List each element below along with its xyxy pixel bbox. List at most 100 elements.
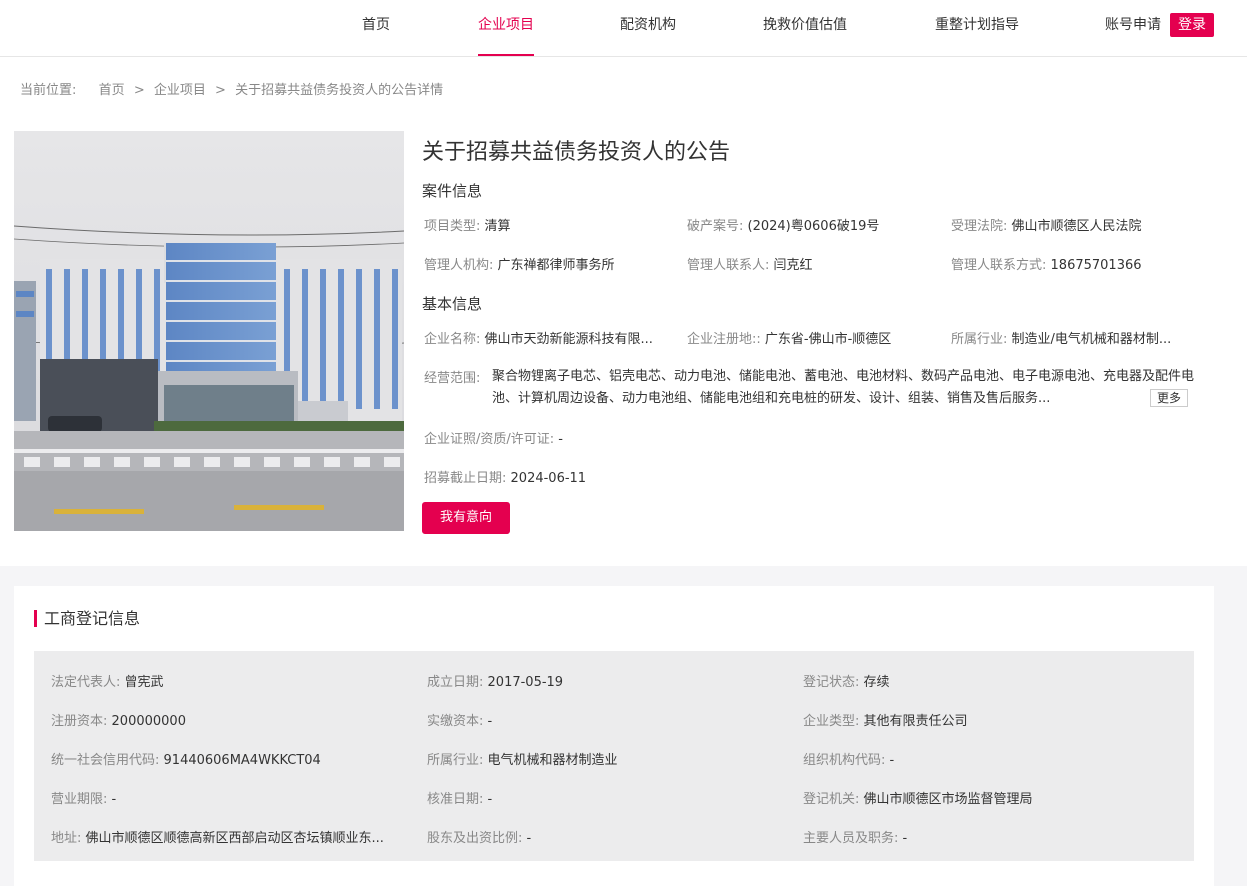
breadcrumb: 当前位置: 首页 > 企业项目 > 关于招募共益债务投资人的公告详情: [20, 79, 443, 98]
case-info-heading: 案件信息: [422, 182, 483, 200]
field-label: 营业期限:: [51, 792, 108, 807]
administrator-contact-field: 管理人联系人: 闫克红: [687, 254, 942, 273]
field-value: -: [889, 753, 895, 768]
field-label: 破产案号:: [687, 219, 744, 234]
registration-status-field: 登记状态: 存续: [803, 671, 1183, 690]
express-intent-button[interactable]: 我有意向: [422, 502, 510, 534]
credit-code-field: 统一社会信用代码: 91440606MA4WKKCT04: [51, 749, 411, 768]
court-field: 受理法院: 佛山市顺德区人民法院: [951, 215, 1197, 234]
business-scope-text: 聚合物锂离子电芯、铝壳电芯、动力电池、储能电池、蓄电池、电池材料、数码产品电池、…: [492, 369, 1194, 406]
breadcrumb-separator: >: [215, 83, 226, 98]
field-value: 存续: [863, 675, 890, 690]
breadcrumb-label: 当前位置:: [20, 83, 77, 98]
field-label: 企业名称:: [424, 332, 481, 347]
industry-field: 所属行业: 制造业/电气机械和器材制...: [951, 328, 1196, 347]
field-label: 管理人联系人:: [687, 258, 770, 273]
field-label: 企业类型:: [803, 714, 860, 729]
registration-authority-field: 登记机关: 佛山市顺德区市场监督管理局: [803, 788, 1183, 807]
field-label: 法定代表人:: [51, 675, 121, 690]
field-label: 所属行业:: [427, 753, 484, 768]
case-type-field: 项目类型: 清算: [424, 215, 674, 234]
field-value: -: [558, 432, 563, 447]
approval-date-field: 核准日期: -: [427, 788, 787, 807]
field-label: 统一社会信用代码:: [51, 753, 160, 768]
nav-home[interactable]: 首页: [362, 0, 390, 56]
field-value: 曾宪武: [124, 675, 164, 690]
field-label: 地址:: [51, 831, 82, 846]
field-label: 注册资本:: [51, 714, 108, 729]
breadcrumb-separator: >: [133, 83, 145, 98]
registered-capital-field: 注册资本: 200000000: [51, 710, 411, 729]
field-label: 主要人员及职务:: [803, 831, 899, 846]
field-label: 项目类型:: [424, 219, 481, 234]
field-value: 广东省-佛山市-顺德区: [764, 332, 892, 347]
registration-industry-field: 所属行业: 电气机械和器材制造业: [427, 749, 787, 768]
field-label: 登记状态:: [803, 675, 860, 690]
field-value: 闫克红: [773, 258, 813, 273]
field-label: 实缴资本:: [427, 714, 484, 729]
field-value: 制造业/电气机械和器材制...: [1011, 332, 1172, 347]
field-label: 组织机构代码:: [803, 753, 886, 768]
nav-rescue-valuation[interactable]: 挽救价值估值: [763, 0, 847, 56]
nav-funding-institutions[interactable]: 配资机构: [620, 0, 676, 56]
field-value: 佛山市顺德区顺德高新区西部启动区杏坛镇顺业东...: [85, 831, 384, 846]
paid-in-capital-field: 实缴资本: -: [427, 710, 787, 729]
nav-reorganization-guidance[interactable]: 重整计划指导: [935, 0, 1019, 56]
breadcrumb-home[interactable]: 首页: [99, 83, 125, 98]
field-value: 其他有限责任公司: [863, 714, 968, 729]
company-name-field: 企业名称: 佛山市天劲新能源科技有限...: [424, 328, 676, 347]
field-label: 企业注册地::: [687, 332, 761, 347]
field-label: 受理法院:: [951, 219, 1008, 234]
field-value: 佛山市天劲新能源科技有限...: [484, 332, 653, 347]
administrator-org-field: 管理人机构: 广东禅都律师事务所: [424, 254, 679, 273]
field-label: 登记机关:: [803, 792, 860, 807]
field-label: 核准日期:: [427, 792, 484, 807]
field-value: 广东禅都律师事务所: [497, 258, 615, 273]
breadcrumb-current: 关于招募共益债务投资人的公告详情: [235, 83, 444, 98]
scope-more-button[interactable]: 更多: [1150, 389, 1188, 407]
field-value: 2017-05-19: [487, 675, 564, 690]
field-value: (2024)粤0606破19号: [747, 219, 880, 234]
project-photo: [14, 131, 404, 531]
field-value: 200000000: [111, 714, 186, 729]
recruitment-deadline-field: 招募截止日期: 2024-06-11: [424, 467, 824, 486]
business-scope-label: 经营范围:: [424, 371, 481, 386]
field-label: 股东及出资比例:: [427, 831, 523, 846]
field-value: 2024-06-11: [510, 471, 587, 486]
field-value: 佛山市顺德区市场监督管理局: [863, 792, 1033, 807]
breadcrumb-projects[interactable]: 企业项目: [154, 83, 206, 98]
project-title: 关于招募共益债务投资人的公告: [422, 140, 731, 165]
field-label: 管理人机构:: [424, 258, 494, 273]
field-label: 企业证照/资质/许可证:: [424, 432, 555, 447]
field-label: 管理人联系方式:: [951, 258, 1047, 273]
login-button[interactable]: 登录: [1170, 13, 1214, 37]
field-value: -: [902, 831, 908, 846]
shareholders-field: 股东及出资比例: -: [427, 827, 787, 846]
license-field: 企业证照/资质/许可证: -: [424, 428, 824, 447]
registration-title: 工商登记信息: [34, 609, 140, 629]
field-value: 佛山市顺德区人民法院: [1011, 219, 1142, 234]
registration-place-field: 企业注册地:: 广东省-佛山市-顺德区: [687, 328, 942, 347]
field-value: 电气机械和器材制造业: [487, 753, 618, 768]
field-label: 成立日期:: [427, 675, 484, 690]
basic-info-heading: 基本信息: [422, 295, 483, 313]
account-apply-link[interactable]: 账号申请: [1105, 0, 1161, 50]
nav-enterprise-projects[interactable]: 企业项目: [478, 0, 534, 56]
business-term-field: 营业期限: -: [51, 788, 411, 807]
established-date-field: 成立日期: 2017-05-19: [427, 671, 787, 690]
field-label: 招募截止日期:: [424, 471, 507, 486]
case-number-field: 破产案号: (2024)粤0606破19号: [687, 215, 942, 234]
company-type-field: 企业类型: 其他有限责任公司: [803, 710, 1183, 729]
key-personnel-field: 主要人员及职务: -: [803, 827, 1183, 846]
top-navbar: 首页 企业项目 配资机构 挽救价值估值 重整计划指导 账号申请 登录: [0, 0, 1247, 57]
field-value: 91440606MA4WKKCT04: [163, 753, 321, 768]
organization-code-field: 组织机构代码: -: [803, 749, 1183, 768]
administrator-phone-field: 管理人联系方式: 18675701366: [951, 254, 1197, 273]
field-value: -: [487, 792, 493, 807]
address-field: 地址: 佛山市顺德区顺德高新区西部启动区杏坛镇顺业东...: [51, 827, 413, 846]
field-value: 18675701366: [1050, 258, 1142, 273]
legal-representative-field: 法定代表人: 曾宪武: [51, 671, 411, 690]
field-value: -: [526, 831, 532, 846]
field-value: -: [111, 792, 117, 807]
field-value: 清算: [484, 219, 511, 234]
